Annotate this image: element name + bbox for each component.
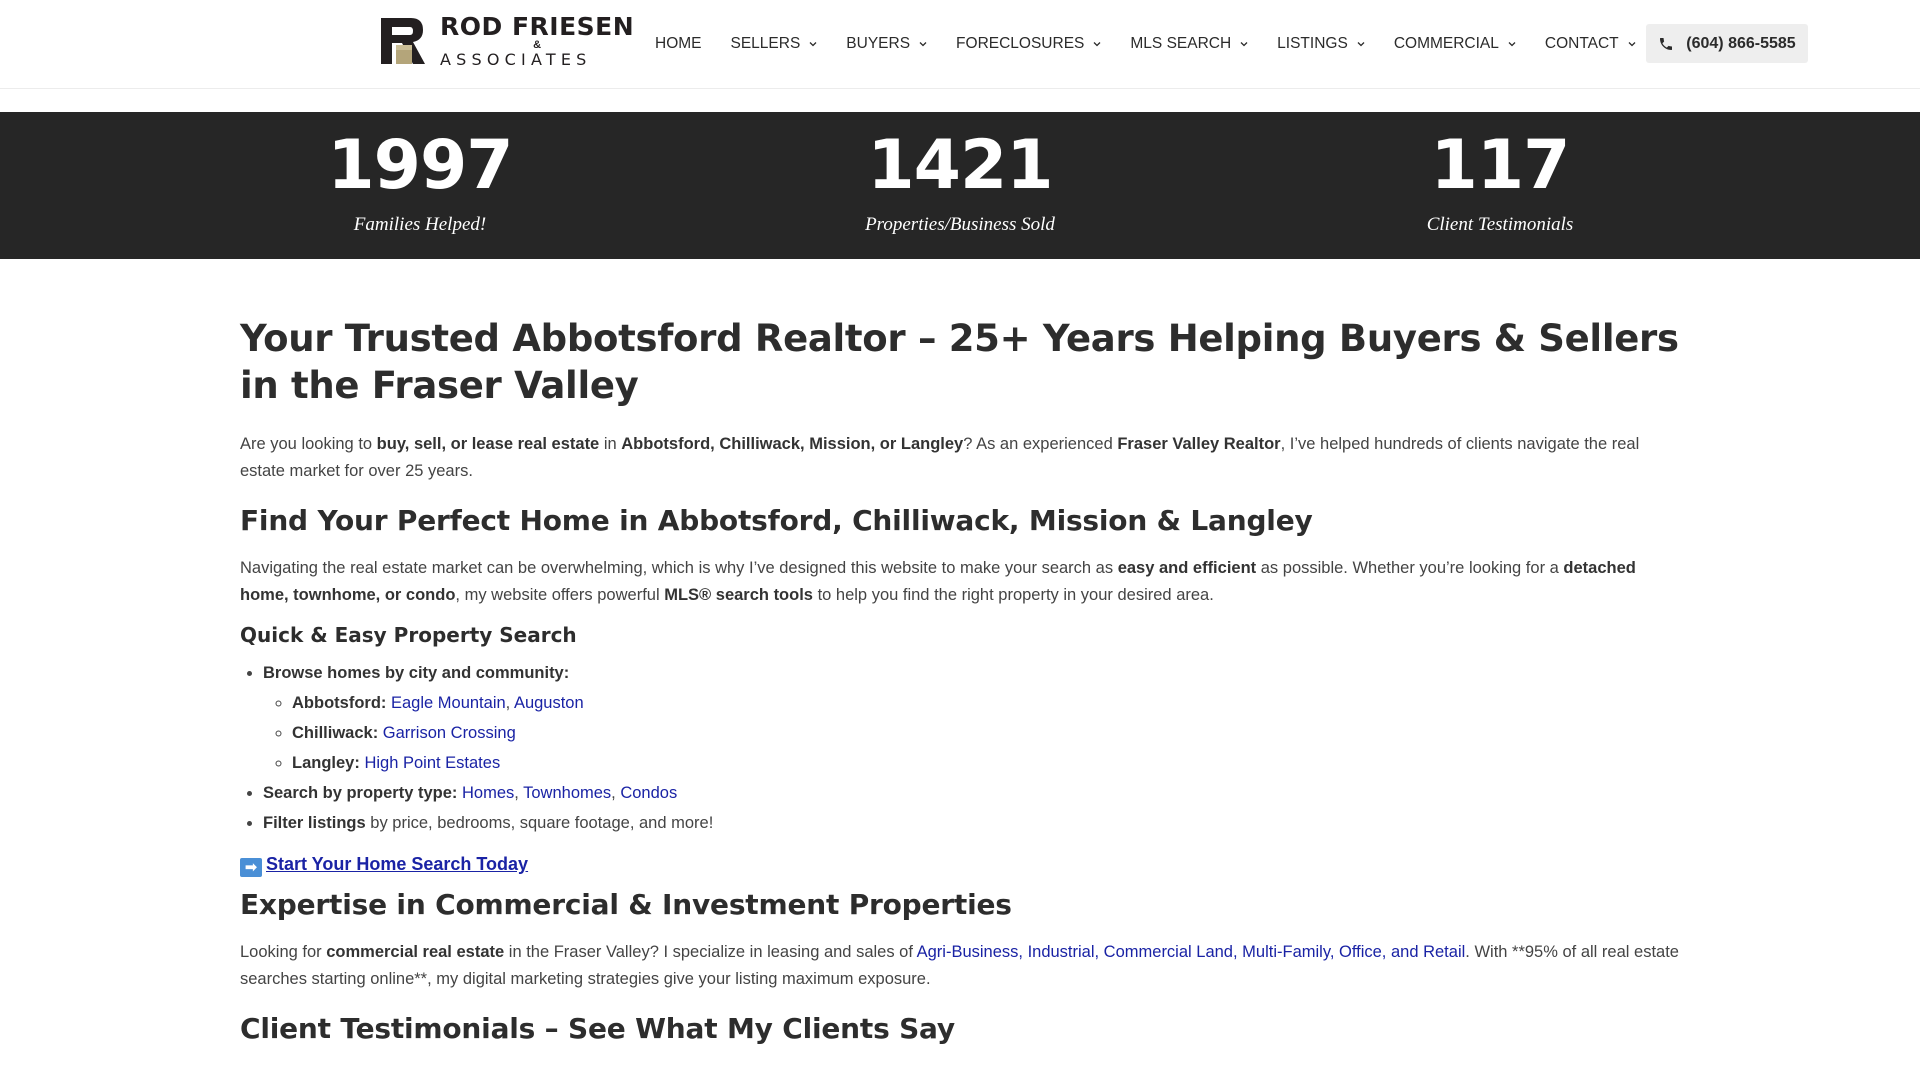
logo-text-line2: ASSOCIATES (440, 50, 592, 69)
separator: , (514, 784, 524, 802)
stat-label: Families Helped! (353, 214, 487, 235)
nav-item-commercial[interactable]: COMMERCIAL (1394, 35, 1516, 53)
text-span: as possible. Whether you’re looking for … (1256, 559, 1564, 577)
nav-item-listings[interactable]: LISTINGS (1277, 35, 1365, 53)
bold-text: Browse homes by city and community: (263, 664, 570, 682)
chevron-down-icon (919, 42, 927, 47)
start-home-search-link[interactable]: ➡ Start Your Home Search Today (240, 854, 528, 877)
find-home-heading: Find Your Perfect Home in Abbotsford, Ch… (240, 504, 1313, 537)
stats-band: 1997 Families Helped! 1421 Properties/Bu… (0, 112, 1920, 259)
bold-text: commercial real estate (326, 943, 505, 961)
list-item: Langley: High Point Estates (292, 748, 1680, 778)
chevron-down-icon (1093, 42, 1101, 47)
logo-mark-icon (381, 18, 425, 64)
chevron-down-icon (1240, 42, 1248, 47)
link-auguston[interactable]: Auguston (514, 694, 584, 712)
page-title: Your Trusted Abbotsford Realtor – 25+ Ye… (240, 317, 1679, 407)
list-item: Abbotsford: Eagle Mountain, Auguston (292, 688, 1680, 718)
testimonials-heading: Client Testimonials – See What My Client… (240, 1012, 955, 1045)
text-span: , my website offers powerful (455, 586, 665, 604)
nav-item-buyers[interactable]: BUYERS (846, 35, 927, 53)
chevron-down-icon (809, 42, 817, 47)
text-span: by price, bedrooms, square footage, and … (365, 814, 714, 832)
bold-text: Abbotsford, Chilliwack, Mission, or Lang… (621, 435, 964, 453)
arrow-right-icon: ➡ (240, 858, 262, 877)
commercial-paragraph: Looking for commercial real estate in th… (240, 939, 1680, 993)
bold-text: easy and efficient (1117, 559, 1257, 577)
nav-item-label: COMMERCIAL (1393, 35, 1499, 52)
link-garrison-crossing[interactable]: Garrison Crossing (383, 724, 516, 742)
text-span: to help you find the right property in y… (812, 586, 1214, 604)
city-label: Abbotsford: (292, 694, 387, 712)
nav-item-sellers[interactable]: SELLERS (731, 35, 818, 53)
stat-value: 1997 (327, 126, 513, 205)
list-item: Browse homes by city and community: Abbo… (263, 658, 1680, 778)
nav-item-label: LISTINGS (1277, 35, 1348, 52)
nav-item-label: MLS SEARCH (1130, 35, 1232, 52)
link-homes[interactable]: Homes (462, 784, 514, 802)
bold-text: Filter listings (263, 814, 366, 832)
text-span: ? As an experienced (963, 435, 1118, 453)
stat-value: 1421 (867, 126, 1053, 205)
nav-item-label: CONTACT (1544, 35, 1619, 52)
main-nav: HOME SELLERS BUYERS FORECLOSURES MLS SEA… (655, 0, 1665, 88)
site-logo[interactable]: ROD FRIESEN & ASSOCIATES (381, 12, 635, 69)
chevron-down-icon (1508, 42, 1516, 47)
separator: , (505, 694, 514, 712)
nav-item-home[interactable]: HOME (655, 35, 702, 53)
city-label: Chilliwack: (292, 724, 379, 742)
bold-text: buy, sell, or lease real estate (376, 435, 600, 453)
list-item: Chilliwack: Garrison Crossing (292, 718, 1680, 748)
nav-item-mls-search[interactable]: MLS SEARCH (1130, 35, 1248, 53)
phone-icon (1660, 37, 1673, 50)
nav-item-label: HOME (655, 35, 702, 52)
list-item: Filter listings by price, bedrooms, squa… (263, 808, 1680, 838)
chevron-down-icon (1357, 42, 1365, 47)
phone-button[interactable]: (604) 866-5585 (1646, 24, 1808, 63)
link-eagle-mountain[interactable]: Eagle Mountain (391, 694, 506, 712)
intro-paragraph: Are you looking to buy, sell, or lease r… (240, 431, 1680, 485)
nav-item-label: FORECLOSURES (956, 35, 1085, 52)
stat-client-testimonials: 117 Client Testimonials (1300, 112, 1700, 236)
text-span: Navigating the real estate market can be… (240, 559, 1118, 577)
separator: , (611, 784, 621, 802)
bold-text: Search by property type: (263, 784, 458, 802)
link-condos[interactable]: Condos (620, 784, 677, 802)
chevron-down-icon (1628, 42, 1636, 47)
commercial-heading: Expertise in Commercial & Investment Pro… (240, 888, 1012, 921)
list-item: Search by property type: Homes, Townhome… (263, 778, 1680, 808)
text-span: in (599, 435, 622, 453)
navigating-paragraph: Navigating the real estate market can be… (240, 555, 1680, 609)
text-span: Are you looking to (240, 435, 377, 453)
nav-item-contact[interactable]: CONTACT (1545, 35, 1636, 53)
nav-item-label: BUYERS (846, 35, 911, 52)
cta-label: Start Your Home Search Today (266, 854, 529, 874)
nav-item-foreclosures[interactable]: FORECLOSURES (956, 35, 1101, 53)
nav-item-label: SELLERS (730, 35, 801, 52)
bold-text: Fraser Valley Realtor (1117, 435, 1281, 453)
stat-label: Client Testimonials (1426, 214, 1574, 235)
cta-wrapper: ➡ Start Your Home Search Today (240, 854, 1680, 877)
community-sublist: Abbotsford: Eagle Mountain, Auguston Chi… (263, 688, 1680, 778)
stat-label: Properties/Business Sold (865, 214, 1055, 235)
bold-text: MLS® search tools (664, 586, 813, 604)
text-span: in the Fraser Valley? I specialize in le… (504, 943, 917, 961)
phone-number: (604) 866-5585 (1686, 34, 1796, 52)
stat-properties-sold: 1421 Properties/Business Sold (760, 112, 1160, 236)
link-high-point-estates[interactable]: High Point Estates (364, 754, 500, 772)
main-content: Your Trusted Abbotsford Realtor – 25+ Ye… (240, 315, 1680, 1047)
stat-value: 117 (1430, 126, 1571, 205)
link-townhomes[interactable]: Townhomes (523, 784, 611, 802)
stat-families-helped: 1997 Families Helped! (220, 112, 620, 236)
text-span: Looking for (240, 943, 327, 961)
site-header: ROD FRIESEN & ASSOCIATES HOME SELLERS BU… (0, 0, 1920, 89)
commercial-types-link[interactable]: Agri-Business, Industrial, Commercial La… (917, 943, 1466, 961)
property-search-list: Browse homes by city and community: Abbo… (240, 658, 1680, 838)
city-label: Langley: (292, 754, 360, 772)
logo-text-line1: ROD FRIESEN (440, 12, 635, 41)
quick-search-heading: Quick & Easy Property Search (240, 623, 577, 647)
